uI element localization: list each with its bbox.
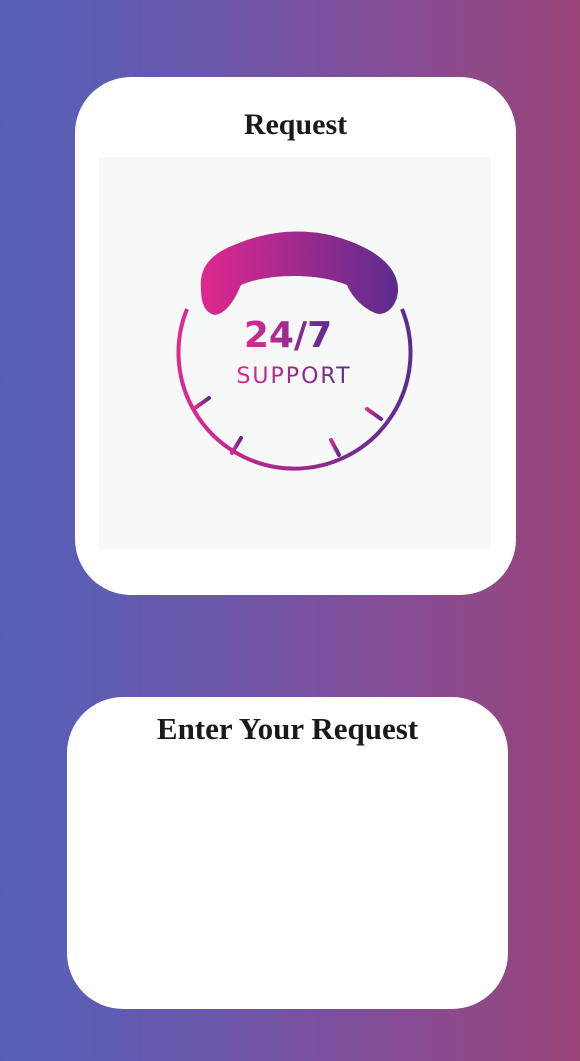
handset-shape — [200, 231, 399, 315]
phone-handset-clock-icon: 24/7 SUPPORT — [176, 231, 413, 473]
support-headline: 24/7 — [244, 315, 332, 356]
request-input-card[interactable]: Enter Your Request — [67, 697, 508, 1009]
support-subline: SUPPORT — [236, 364, 351, 389]
request-textarea[interactable] — [107, 765, 468, 979]
request-title: Request — [243, 108, 348, 141]
enter-request-title: Enter Your Request — [156, 711, 419, 746]
request-card: Request 24/7 SUPPORT — [75, 77, 516, 595]
support-24-7-image: 24/7 SUPPORT — [99, 157, 491, 549]
